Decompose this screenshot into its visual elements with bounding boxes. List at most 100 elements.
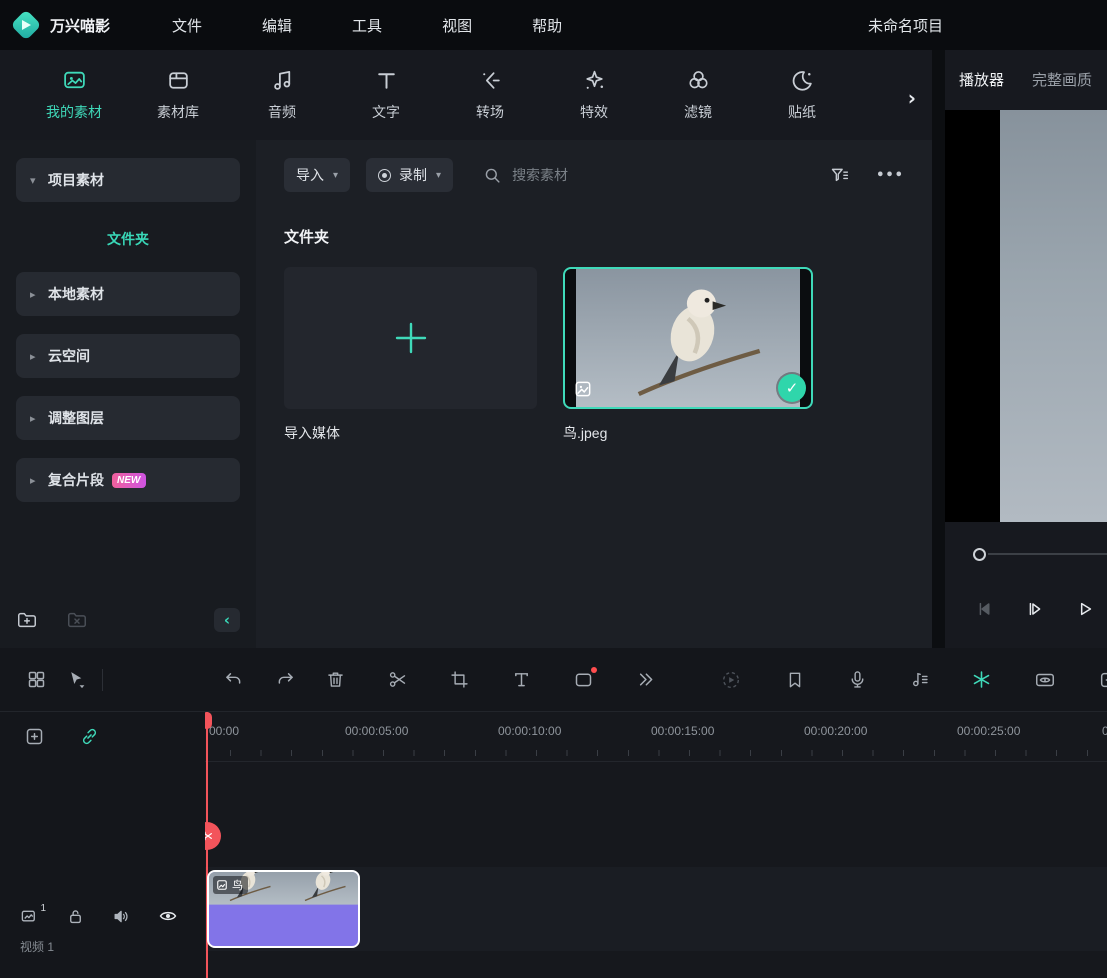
playhead-split-button[interactable] bbox=[205, 822, 221, 850]
crop-icon[interactable] bbox=[447, 668, 471, 692]
media-item-thumbnail[interactable]: ✓ bbox=[563, 267, 813, 409]
plus-icon bbox=[391, 318, 431, 358]
layout-grid-icon[interactable] bbox=[24, 668, 48, 692]
track-visibility-eye-icon[interactable] bbox=[158, 906, 178, 926]
filter-icon[interactable] bbox=[829, 165, 850, 186]
sidebar-item-folder[interactable]: 文件夹 bbox=[0, 220, 256, 258]
new-badge: NEW bbox=[112, 473, 146, 488]
play-button[interactable] bbox=[1075, 599, 1095, 619]
tab-stock-library[interactable]: 素材库 bbox=[132, 68, 224, 122]
image-type-icon bbox=[573, 379, 593, 399]
timeline-ruler[interactable]: 00:00 00:00:05:00 00:00:10:00 00:00:15:0… bbox=[205, 712, 1107, 762]
ruler-label: 00:00 bbox=[209, 724, 239, 738]
tab-audio[interactable]: 音频 bbox=[236, 68, 328, 122]
ruler-label: 00:00:20:00 bbox=[804, 724, 867, 738]
my-media-icon bbox=[62, 68, 87, 93]
timeline-body: 1 bbox=[0, 712, 1107, 978]
menu-view[interactable]: 视图 bbox=[442, 15, 472, 36]
marker-icon[interactable] bbox=[783, 668, 807, 692]
text-tool-icon[interactable] bbox=[509, 668, 533, 692]
sidebar-item-cloud[interactable]: ▸ 云空间 bbox=[16, 334, 240, 378]
tab-player[interactable]: 播放器 bbox=[959, 69, 1004, 90]
sidebar-item-compound-clip[interactable]: ▸ 复合片段 NEW bbox=[16, 458, 240, 502]
tab-full-quality[interactable]: 完整画质 bbox=[1032, 69, 1092, 90]
search-input[interactable] bbox=[512, 167, 662, 183]
clip-label: 鸟 bbox=[232, 877, 243, 893]
link-clips-icon[interactable] bbox=[79, 726, 100, 747]
delete-folder-icon[interactable] bbox=[66, 609, 88, 631]
menubar: 万兴喵影 文件 编辑 工具 视图 帮助 未命名项目 bbox=[0, 0, 1107, 50]
library-section-title: 文件夹 bbox=[284, 226, 904, 247]
timeline-header-column: 1 bbox=[0, 712, 205, 978]
tabs-overflow-chevron-icon[interactable]: › bbox=[908, 86, 916, 110]
search-box bbox=[483, 166, 662, 185]
selected-check-icon[interactable]: ✓ bbox=[778, 374, 806, 402]
record-button[interactable]: 录制 ▾ bbox=[366, 158, 453, 192]
search-icon bbox=[483, 166, 502, 185]
sidebar-item-project-media[interactable]: ▾ 项目素材 bbox=[16, 158, 240, 202]
ruler-label: 00:00:05:00 bbox=[345, 724, 408, 738]
track-preview-icon[interactable] bbox=[1033, 668, 1057, 692]
track-name: 视频 1 bbox=[20, 938, 205, 955]
keyframe-icon[interactable] bbox=[969, 668, 993, 692]
library-toolbar: 导入 ▾ 录制 ▾ bbox=[284, 156, 904, 194]
mask-icon[interactable] bbox=[571, 668, 595, 692]
tab-effects[interactable]: 特效 bbox=[548, 68, 640, 122]
split-scissors-icon[interactable] bbox=[385, 668, 409, 692]
caret-right-icon: ▸ bbox=[30, 288, 48, 301]
ruler-label: 00:00:25:00 bbox=[957, 724, 1020, 738]
seek-track[interactable] bbox=[988, 553, 1107, 555]
import-tile-label: 导入媒体 bbox=[284, 423, 537, 443]
ruler-label: 00:00:15:00 bbox=[651, 724, 714, 738]
undo-icon[interactable] bbox=[221, 668, 245, 692]
delete-icon[interactable] bbox=[323, 668, 347, 692]
select-tool-icon[interactable] bbox=[64, 668, 88, 692]
tab-my-media[interactable]: 我的素材 bbox=[28, 68, 120, 122]
toolbar-divider bbox=[102, 669, 103, 691]
seek-knob[interactable] bbox=[973, 548, 986, 561]
audio-mixer-icon[interactable] bbox=[907, 668, 931, 692]
import-media-tile-wrap: 导入媒体 bbox=[284, 267, 537, 443]
tab-transitions[interactable]: 转场 bbox=[444, 68, 536, 122]
new-folder-icon[interactable] bbox=[16, 609, 38, 631]
tab-text[interactable]: 文字 bbox=[340, 68, 432, 122]
sidebar-item-adjustment-layer[interactable]: ▸ 调整图层 bbox=[16, 396, 240, 440]
playhead-grip[interactable] bbox=[205, 712, 212, 729]
next-frame-button[interactable] bbox=[1025, 599, 1045, 619]
previous-frame-button[interactable] bbox=[975, 599, 995, 619]
video-track-badge-icon[interactable]: 1 bbox=[20, 907, 39, 926]
voiceover-mic-icon[interactable] bbox=[845, 668, 869, 692]
timeline-clip-bird[interactable]: 鸟 bbox=[207, 870, 360, 948]
import-button[interactable]: 导入 ▾ bbox=[284, 158, 350, 192]
menu-tools[interactable]: 工具 bbox=[352, 15, 382, 36]
timeline-tracks-area: 00:00 00:00:05:00 00:00:10:00 00:00:15:0… bbox=[205, 712, 1107, 978]
menu-file[interactable]: 文件 bbox=[172, 15, 202, 36]
lock-track-icon[interactable] bbox=[66, 907, 85, 926]
media-tabbar: 我的素材 素材库 音频 文字 bbox=[0, 50, 932, 140]
import-media-tile[interactable] bbox=[284, 267, 537, 409]
record-icon bbox=[378, 169, 391, 182]
tab-stickers[interactable]: 贴纸 bbox=[756, 68, 848, 122]
more-options-icon[interactable]: ••• bbox=[876, 168, 904, 183]
app-name: 万兴喵影 bbox=[50, 15, 110, 36]
ruler-ticks bbox=[230, 750, 1107, 756]
filters-icon bbox=[686, 68, 711, 93]
render-preview-icon[interactable] bbox=[719, 668, 743, 692]
player-tabs: 播放器 完整画质 bbox=[945, 50, 1107, 108]
more-tools-icon[interactable] bbox=[633, 668, 657, 692]
audio-icon bbox=[270, 68, 295, 93]
snap-icon[interactable] bbox=[1097, 668, 1107, 692]
mute-track-icon[interactable] bbox=[112, 907, 131, 926]
stickers-icon bbox=[790, 68, 815, 93]
timeline-corner-icons bbox=[0, 712, 205, 747]
media-item-name: 鸟.jpeg bbox=[563, 423, 813, 443]
collapse-sidebar-button[interactable]: ‹ bbox=[214, 608, 240, 632]
tab-filters[interactable]: 滤镜 bbox=[652, 68, 744, 122]
menu-help[interactable]: 帮助 bbox=[532, 15, 562, 36]
sidebar-item-local-media[interactable]: ▸ 本地素材 bbox=[16, 272, 240, 316]
project-title: 未命名项目 bbox=[868, 15, 943, 36]
add-track-icon[interactable] bbox=[24, 726, 45, 747]
redo-icon[interactable] bbox=[273, 668, 297, 692]
menu-edit[interactable]: 编辑 bbox=[262, 15, 292, 36]
app-logo-icon bbox=[12, 11, 40, 39]
